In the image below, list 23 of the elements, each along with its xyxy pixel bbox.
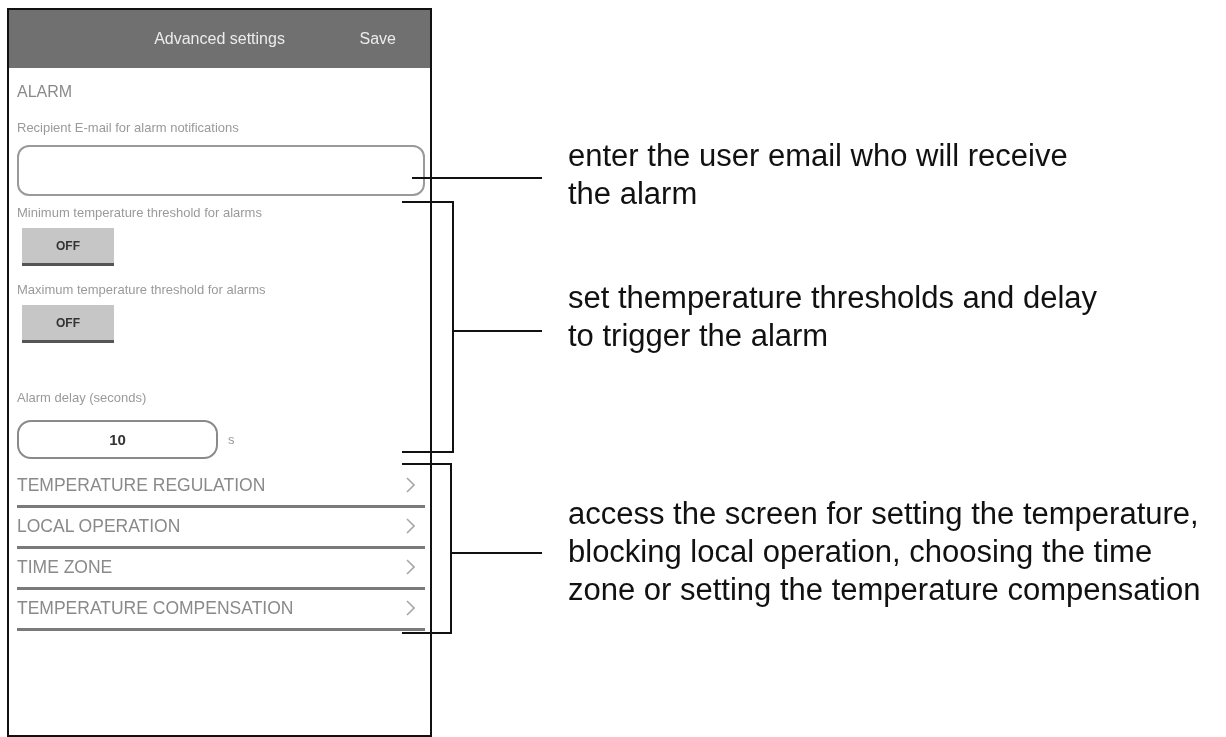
chevron-right-icon: [406, 477, 415, 493]
menu-item[interactable]: TIME ZONE: [17, 549, 425, 590]
field-label: Alarm delay (seconds): [17, 390, 147, 406]
email-input-field[interactable]: [17, 145, 425, 196]
section-title: ALARM: [17, 82, 73, 102]
menu-item[interactable]: LOCAL OPERATION: [17, 508, 425, 549]
chevron-right-icon: [406, 600, 415, 616]
chevron-right-icon: [406, 518, 415, 534]
toggle-button[interactable]: OFF: [22, 305, 114, 343]
callout-text: set themperature thresholds and delay to trigger the alarm: [568, 279, 1098, 355]
callout-text: enter the user email who will receive the alarm: [568, 137, 1068, 213]
menu-item[interactable]: TEMPERATURE COMPENSATION: [17, 590, 425, 631]
chevron-right-icon: [406, 559, 415, 575]
field-label: Recipient E-mail for alarm notifications: [17, 120, 239, 136]
unit-label: s: [228, 432, 235, 447]
menu-item[interactable]: TEMPERATURE REGULATION: [17, 467, 425, 508]
number-input-field[interactable]: 10: [17, 420, 218, 459]
screen-title: Advanced settings: [154, 30, 285, 48]
field-label: Maximum temperature threshold for alarms: [17, 282, 266, 298]
toggle-button[interactable]: OFF: [22, 228, 114, 266]
field-label: Minimum temperature threshold for alarms: [17, 205, 262, 221]
callout-text: access the screen for setting the temperature, blocking local operation, choosing the time zone or setting the temperature compensation: [568, 495, 1201, 609]
save-button[interactable]: Save: [355, 28, 400, 50]
